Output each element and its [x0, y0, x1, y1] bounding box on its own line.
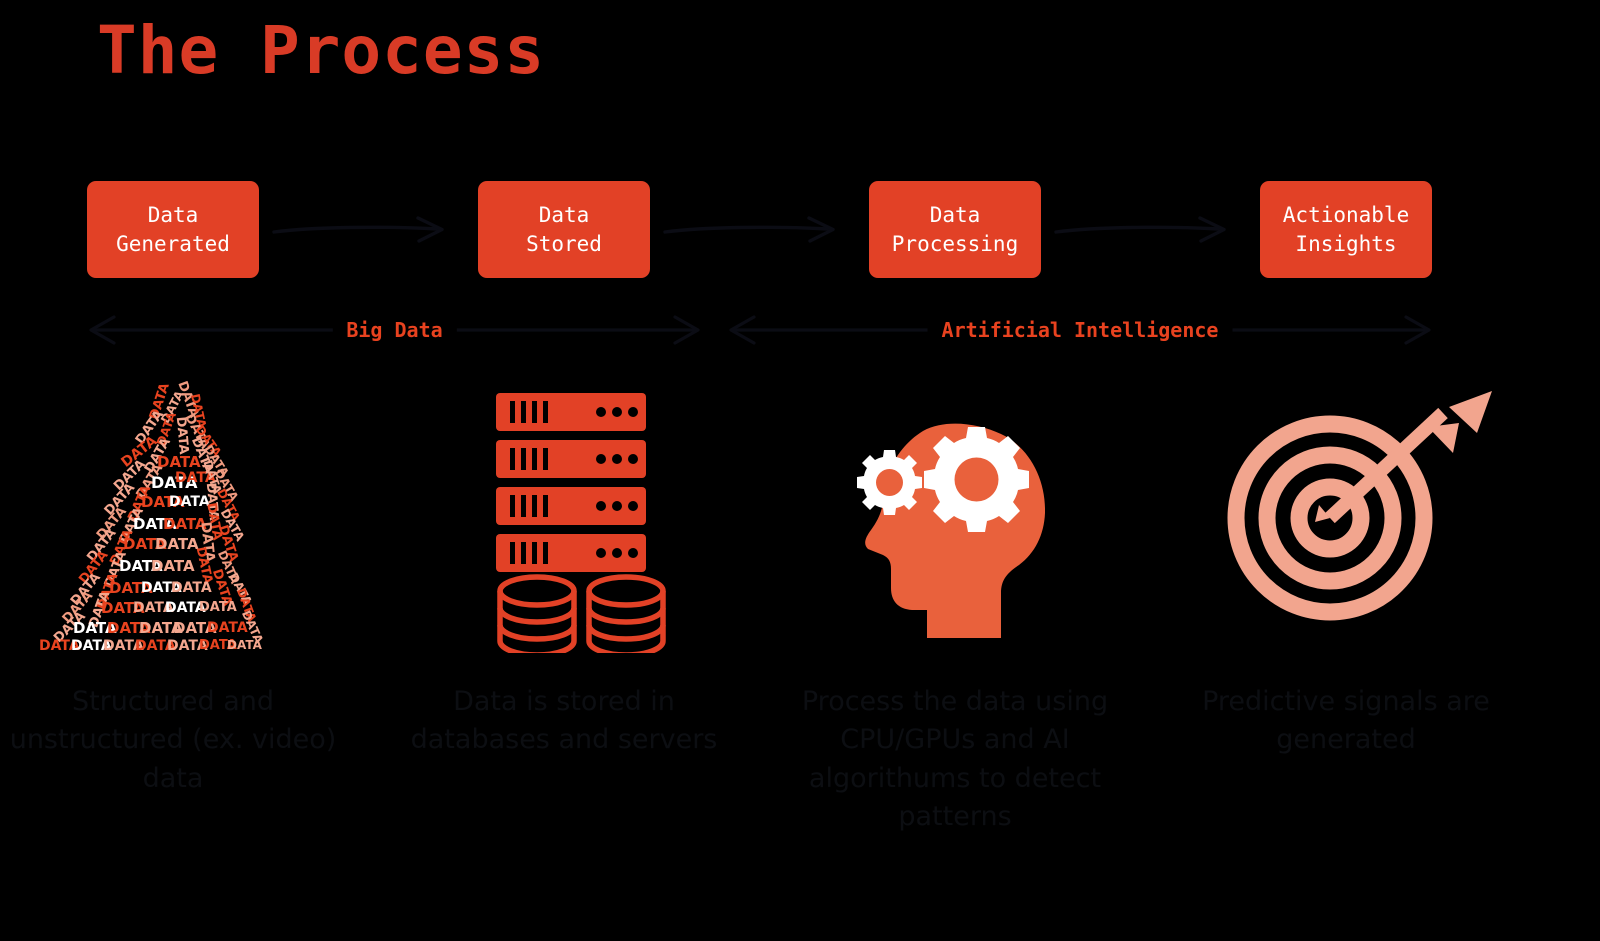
stage-label-line1: Data	[147, 203, 199, 228]
gear-large-icon	[924, 427, 1029, 532]
stage-label-line2: Processing	[891, 231, 1019, 256]
stage-label-line2: Insights	[1295, 231, 1397, 256]
stage-label-line1: Data	[929, 203, 981, 228]
database-cylinder-icon	[586, 574, 666, 658]
data-word-token: DATA	[227, 638, 262, 652]
stage-label-line2: Generated	[116, 231, 230, 256]
server-rack-icon	[496, 393, 666, 658]
data-word-token: DATA	[171, 580, 212, 596]
icon-servers-databases	[414, 383, 714, 658]
stage-label-line2: Stored	[526, 231, 602, 256]
stage-box-data-stored[interactable]: Data Stored	[478, 181, 650, 278]
data-word-token: DATA	[199, 600, 237, 615]
gear-small-icon	[857, 450, 922, 515]
stage-label-line1: Data	[538, 203, 590, 228]
database-cylinder-icon	[497, 574, 577, 658]
flow-arrow-right-icon	[1054, 212, 1234, 248]
span-label-big-data: Big Data	[332, 306, 457, 354]
span-bracket-artificial-intelligence: Artificial Intelligence	[728, 306, 1432, 354]
data-wordcloud-icon: DATA DATA DATA DATA DATA DATA DATA DATA DATA DATA…	[23, 379, 323, 653]
stage-label-line1: Actionable	[1282, 203, 1410, 228]
caption-data-stored: Data is stored in databases and servers	[410, 686, 718, 756]
target-bullseye-icon	[1227, 391, 1492, 621]
icon-data-wordcloud: DATA DATA DATA DATA DATA DATA DATA DATA DATA DATA…	[23, 379, 323, 653]
icon-target-bullseye	[1196, 383, 1496, 653]
caption-actionable-insights: Predictive signals are generated	[1202, 686, 1490, 756]
flow-arrow-right-icon	[272, 212, 452, 248]
data-word-token: DATA	[207, 620, 248, 636]
brain-gears-icon	[857, 423, 1057, 638]
stage-box-actionable-insights[interactable]: Actionable Insights	[1260, 181, 1432, 278]
span-label-artificial-intelligence: Artificial Intelligence	[927, 306, 1233, 354]
caption-data-processing: Process the data using CPU/GPUs and AI a…	[801, 686, 1109, 832]
icon-brain-gears	[805, 383, 1105, 653]
flow-arrow-right-icon	[663, 212, 843, 248]
data-word-token: DATA	[151, 557, 195, 575]
caption-data-generated: Structured and unstructured (ex. video) …	[9, 686, 337, 794]
stage-box-data-generated[interactable]: Data Generated	[87, 181, 259, 278]
span-bracket-big-data: Big Data	[88, 306, 701, 354]
stage-box-data-processing[interactable]: Data Processing	[869, 181, 1041, 278]
page-title: The Process	[97, 12, 546, 89]
